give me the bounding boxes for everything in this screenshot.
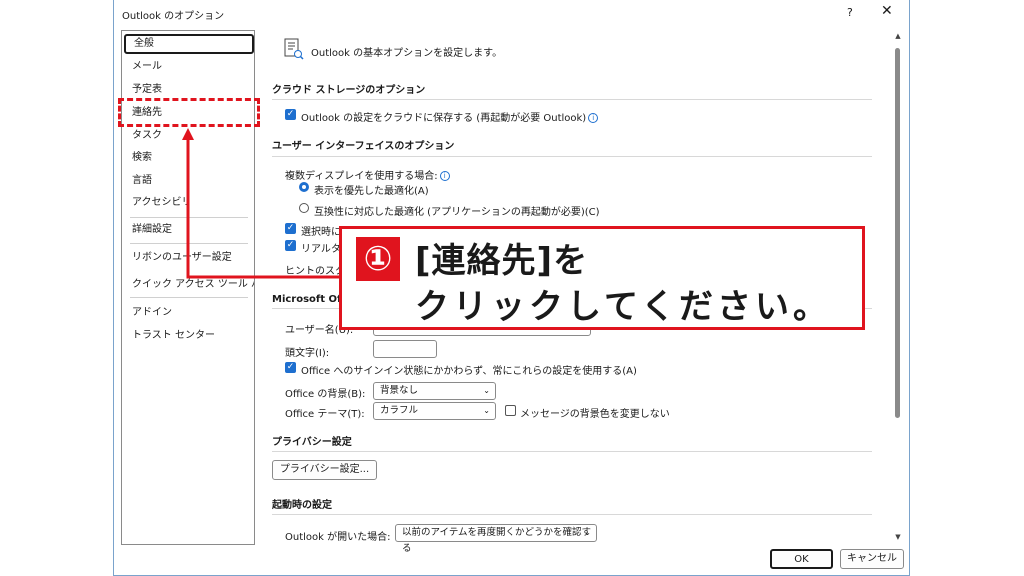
step-number-badge: ① xyxy=(356,237,400,281)
instruction-line-2: クリックしてください。 xyxy=(415,287,831,327)
instruction-callout: ① [連絡先]を クリックしてください。 xyxy=(339,226,865,330)
instruction-line-1: [連絡先]を xyxy=(415,241,589,281)
